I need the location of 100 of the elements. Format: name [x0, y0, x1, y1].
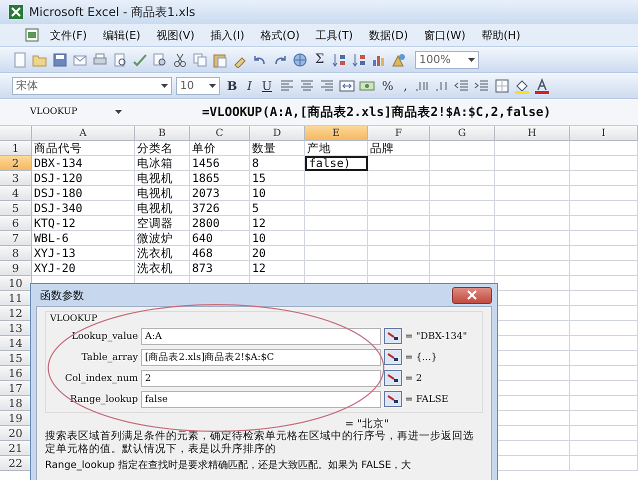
align-right-icon[interactable]	[319, 78, 336, 94]
scissors-icon[interactable]	[172, 52, 188, 68]
spreadsheet-app-icon	[8, 4, 24, 20]
table-cell-text: 微波炉	[136, 231, 174, 246]
row-header[interactable]: 3	[0, 171, 32, 186]
argument-field[interactable]: false	[141, 390, 381, 408]
table-cell-text: 单价	[191, 141, 217, 156]
column-header[interactable]: B	[135, 126, 190, 141]
table-cell-text: 2073	[191, 186, 221, 201]
align-left-icon[interactable]	[279, 78, 296, 94]
globe-icon[interactable]	[292, 52, 308, 68]
row-header[interactable]: 15	[0, 351, 32, 366]
menu-item[interactable]: 窗口(W)	[418, 28, 472, 42]
row-header[interactable]: 11	[0, 291, 32, 306]
row-header[interactable]: 18	[0, 396, 32, 411]
format-button[interactable]: B	[224, 78, 240, 92]
row-header[interactable]: 4	[0, 186, 32, 201]
row-header[interactable]: 8	[0, 246, 32, 261]
column-header[interactable]: E	[305, 126, 368, 141]
new-document-icon[interactable]	[12, 52, 28, 68]
table-cell-text: 640	[191, 231, 214, 246]
borders-icon[interactable]	[494, 78, 510, 94]
number-format-button[interactable]: ,	[400, 78, 410, 92]
menu-item[interactable]: 帮助(H)	[476, 28, 526, 42]
align-center-icon[interactable]	[299, 78, 316, 94]
row-header[interactable]: 10	[0, 276, 32, 291]
clipboard-icon[interactable]	[212, 52, 228, 68]
font-dropdown[interactable]: 宋体	[12, 76, 172, 94]
row-header[interactable]: 12	[0, 306, 32, 321]
menu-item[interactable]: 视图(V)	[150, 28, 201, 42]
argument-description: Range_lookup 指定在查找时是要求精确匹配，还是大致匹配。如果为 FALSE，大	[45, 458, 412, 472]
menu-item[interactable]: 编辑(E)	[96, 28, 146, 42]
collapse-dialog-icon[interactable]	[384, 349, 402, 365]
zoom-dropdown[interactable]: 100%	[415, 50, 480, 68]
argument-field[interactable]: A:A	[141, 328, 381, 344]
row-header[interactable]: 19	[0, 411, 32, 426]
row-header[interactable]: 13	[0, 321, 32, 336]
menu-item[interactable]: 插入(I)	[204, 28, 250, 42]
menu-item[interactable]: 工具(T)	[310, 28, 359, 42]
font-color-icon[interactable]	[534, 78, 550, 94]
autosum-button[interactable]: Σ	[312, 52, 328, 67]
print-preview-icon[interactable]	[112, 52, 128, 68]
argument-result: = FALSE	[405, 394, 448, 404]
caret-icon	[209, 84, 216, 88]
row-header[interactable]: 16	[0, 366, 32, 381]
column-header[interactable]: D	[250, 126, 305, 141]
sort-descending-icon[interactable]	[351, 52, 368, 68]
spelling-icon[interactable]	[132, 52, 148, 68]
collapse-dialog-icon[interactable]	[384, 370, 402, 386]
row-header[interactable]: 6	[0, 216, 32, 231]
workbook-icon[interactable]	[24, 27, 40, 43]
fill-color-icon[interactable]	[514, 78, 530, 94]
merge-center-icon[interactable]	[339, 78, 356, 94]
column-header[interactable]: A	[32, 126, 135, 141]
table-cell-text: 1456	[191, 156, 221, 171]
menu-item[interactable]: 数据(D)	[362, 28, 414, 42]
formula-field[interactable]: =VLOOKUP(A:A,[商品表2.xls]商品表2!$A:$C,2,false)	[202, 104, 551, 120]
row-header[interactable]: 17	[0, 381, 32, 396]
row-header[interactable]: 22	[0, 456, 32, 471]
column-header[interactable]: H	[495, 126, 570, 141]
save-icon[interactable]	[52, 52, 68, 68]
increase-indent-icon[interactable]	[474, 78, 490, 94]
table-cell-text: 873	[191, 261, 214, 276]
argument-result: = "DBX-134"	[405, 330, 468, 342]
table-cell-text: XYJ-20	[33, 261, 77, 276]
research-icon[interactable]	[152, 52, 168, 68]
close-button[interactable]	[452, 286, 492, 304]
format-button[interactable]: I	[244, 78, 255, 92]
print-icon[interactable]	[92, 52, 108, 68]
argument-label: Table_array	[80, 352, 138, 362]
row-header[interactable]: 20	[0, 426, 32, 441]
number-format-button[interactable]: %	[379, 78, 396, 92]
table-cell-text: 分类名	[136, 141, 174, 156]
row-header[interactable]: 9	[0, 261, 32, 276]
row-header[interactable]: 21	[0, 441, 32, 456]
sort-ascending-icon[interactable]	[331, 52, 348, 68]
menu-item[interactable]: 文件(F)	[44, 28, 93, 42]
row-header[interactable]: 5	[0, 201, 32, 216]
argument-field[interactable]: 2	[141, 370, 381, 386]
collapse-dialog-icon[interactable]	[384, 328, 402, 344]
table-cell-text: 5	[251, 201, 260, 216]
format-button[interactable]: U	[258, 78, 276, 92]
menu-item[interactable]: 格式(O)	[254, 28, 306, 42]
copy-icon[interactable]	[192, 52, 208, 68]
column-header[interactable]: F	[368, 126, 430, 141]
decrease-indent-icon[interactable]	[454, 78, 470, 94]
column-header[interactable]: G	[430, 126, 495, 141]
name-box[interactable]: VLOOKUP	[10, 103, 128, 121]
row-header[interactable]: 2	[0, 156, 32, 171]
table-cell-text: 洗衣机	[136, 246, 174, 261]
collapse-dialog-icon[interactable]	[384, 391, 402, 407]
column-header[interactable]: C	[190, 126, 250, 141]
row-header[interactable]: 1	[0, 141, 32, 156]
font-size-dropdown[interactable]: 10	[176, 76, 220, 94]
row-header[interactable]: 14	[0, 336, 32, 351]
function-description: 搜索表区域首列满足条件的元素，确定待检索单元格在区域中的行序号，再进一步返回选定单元格的值。默认情况下，表是以升序排序的	[45, 430, 475, 456]
column-header[interactable]: I	[570, 126, 638, 141]
argument-field[interactable]: [商品表2.xls]商品表2!$A:$C	[141, 348, 381, 366]
row-header[interactable]: 7	[0, 231, 32, 246]
drawing-icon[interactable]	[391, 52, 408, 68]
